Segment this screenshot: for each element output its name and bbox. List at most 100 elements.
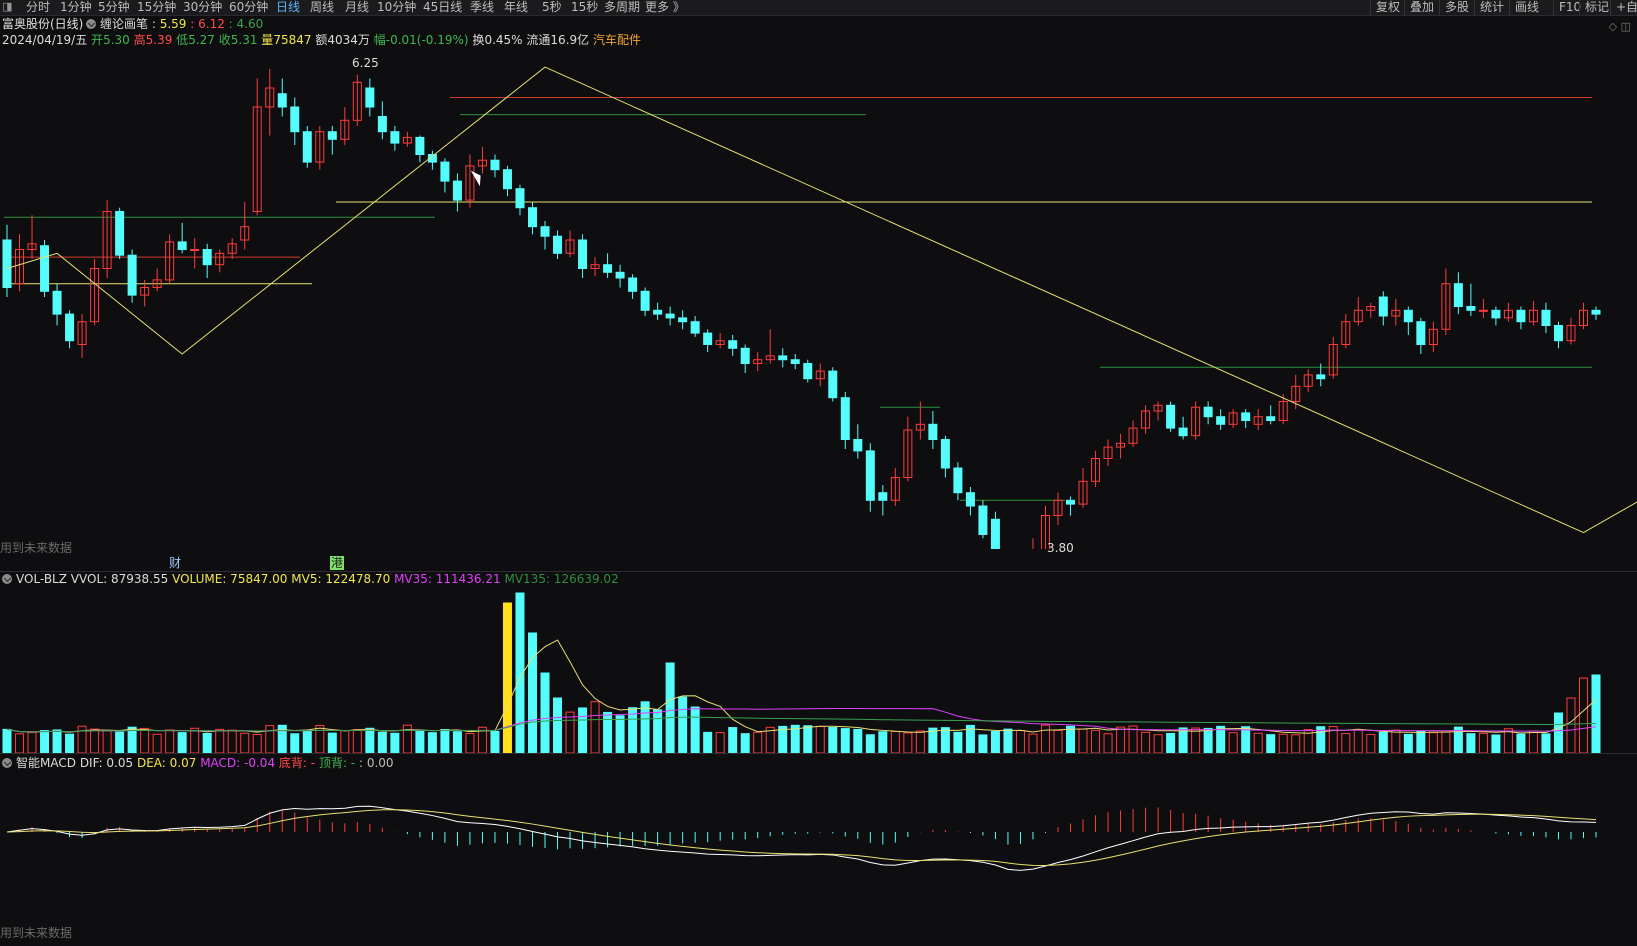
tool-button-5[interactable]: F10: [1553, 0, 1581, 15]
tool-button-2[interactable]: 多股: [1439, 0, 1469, 15]
volume-bar: [553, 697, 563, 753]
tool-button-0[interactable]: 复权: [1370, 0, 1400, 15]
period-tab-15[interactable]: 多周期: [604, 0, 640, 15]
volume-bar: [115, 731, 125, 753]
dif-line: [6, 805, 1597, 871]
volume-bar: [40, 730, 50, 753]
period-tab-3[interactable]: 15分钟: [137, 0, 176, 15]
period-tab-9[interactable]: 10分钟: [377, 0, 416, 15]
volume-bar: [1266, 734, 1276, 753]
period-tab-12[interactable]: 年线: [504, 0, 528, 15]
volume-bar: [90, 728, 100, 753]
hk-connect-marker[interactable]: 港: [330, 556, 345, 570]
panel-divider: [0, 753, 1637, 754]
candle-body: [1178, 427, 1188, 437]
candle-body: [653, 309, 663, 315]
period-tab-7[interactable]: 周线: [310, 0, 334, 15]
volume-bar: [152, 733, 162, 753]
macd-panel-header: 智能MACD DIF: 0.05 DEA: 0.07 MACD: -0.04 底…: [2, 756, 394, 771]
period-tab-5[interactable]: 60分钟: [229, 0, 268, 15]
candle-body: [515, 188, 525, 209]
candle-body: [502, 169, 512, 190]
volume-bar: [327, 732, 337, 753]
indicator-value-3: 4.60: [236, 17, 264, 31]
volume-bar: [1003, 728, 1013, 753]
candle-body: [1466, 306, 1476, 311]
volume-bar: [1216, 725, 1226, 753]
volume-bar: [1028, 733, 1038, 753]
indicator-title[interactable]: 缠论画笔 : 5.59 : 6.12 : 4.60: [86, 17, 263, 32]
candle-body: [540, 226, 550, 237]
volume-bar: [527, 632, 537, 753]
period-tab-16[interactable]: 更多 》: [645, 0, 685, 15]
candle-body: [365, 87, 375, 108]
volume-bar: [365, 727, 375, 753]
candle-body: [778, 355, 788, 361]
volume-bar: [1466, 733, 1476, 753]
finance-marker[interactable]: 财: [169, 556, 181, 570]
candle-body: [878, 492, 888, 501]
volume-bar: [502, 602, 512, 753]
volume-bar: [815, 725, 825, 753]
period-tab-10[interactable]: 45日线: [423, 0, 462, 15]
period-tab-8[interactable]: 月线: [345, 0, 369, 15]
bottom-divergence: 底背: -: [278, 756, 316, 770]
candle-body: [953, 467, 963, 494]
period-tab-1[interactable]: 1分钟: [60, 0, 92, 15]
zigzag-stroke-line: [6, 66, 1637, 534]
volume-bar: [490, 730, 500, 753]
tool-button-4[interactable]: 画线: [1509, 0, 1539, 15]
volume-readout: VOLUME: 75847.00: [172, 572, 288, 586]
period-tab-6[interactable]: 日线: [276, 0, 300, 15]
indicator-toggle-icon[interactable]: [86, 19, 96, 29]
candlestick-chart[interactable]: [0, 44, 1637, 549]
panel-toggle-icon[interactable]: ◨: [2, 0, 14, 14]
volume-toggle-icon[interactable]: [2, 574, 12, 584]
period-tab-13[interactable]: 5秒: [542, 0, 562, 15]
volume-bar: [728, 727, 738, 753]
tool-button-1[interactable]: 叠加: [1404, 0, 1434, 15]
volume-bar: [227, 729, 237, 753]
tool-button-6[interactable]: 标记: [1579, 0, 1609, 15]
vvol-value: VVOL: 87938.55: [70, 572, 169, 586]
period-tab-11[interactable]: 季线: [470, 0, 494, 15]
macd-chart[interactable]: [0, 772, 1637, 942]
volume-bar: [1528, 730, 1538, 753]
high-price-label: 6.25: [352, 56, 379, 70]
volume-bar: [1591, 674, 1601, 753]
candle-body: [865, 450, 875, 501]
candle-body: [390, 131, 400, 144]
candle-body: [640, 290, 650, 311]
candle-body: [803, 363, 813, 380]
tool-button-3[interactable]: 统计: [1474, 0, 1504, 15]
volume-bar: [190, 727, 200, 753]
candle-body: [202, 249, 212, 266]
candle-body: [2, 239, 12, 288]
volume-bar: [1153, 734, 1163, 753]
tool-button-7[interactable]: +自: [1610, 0, 1637, 15]
volume-bar: [452, 731, 462, 753]
window-controls[interactable]: ◇ ◫: [1609, 19, 1631, 34]
macd-toggle-icon[interactable]: [2, 758, 12, 768]
period-tab-14[interactable]: 15秒: [571, 0, 598, 15]
volume-indicator-name: VOL-BLZ: [16, 572, 67, 586]
period-tab-2[interactable]: 5分钟: [98, 0, 130, 15]
volume-bar: [828, 727, 838, 753]
candle-body: [65, 313, 75, 342]
volume-chart[interactable]: [0, 588, 1637, 753]
volume-bar: [990, 730, 1000, 753]
volume-bar: [865, 734, 875, 753]
candle-body: [553, 235, 563, 254]
volume-bar: [1015, 730, 1025, 753]
candle-body: [327, 131, 337, 140]
candle-body: [628, 277, 638, 292]
stock-title: 富奥股份(日线): [2, 17, 84, 31]
volume-bar: [740, 733, 750, 753]
period-tab-4[interactable]: 30分钟: [183, 0, 222, 15]
period-tab-0[interactable]: 分时: [26, 0, 50, 15]
candle-body: [1216, 416, 1226, 425]
candle-body: [1266, 416, 1276, 422]
candle-body: [728, 340, 738, 349]
volume-bar: [778, 725, 788, 753]
future-data-note: 用到未来数据: [0, 541, 73, 555]
